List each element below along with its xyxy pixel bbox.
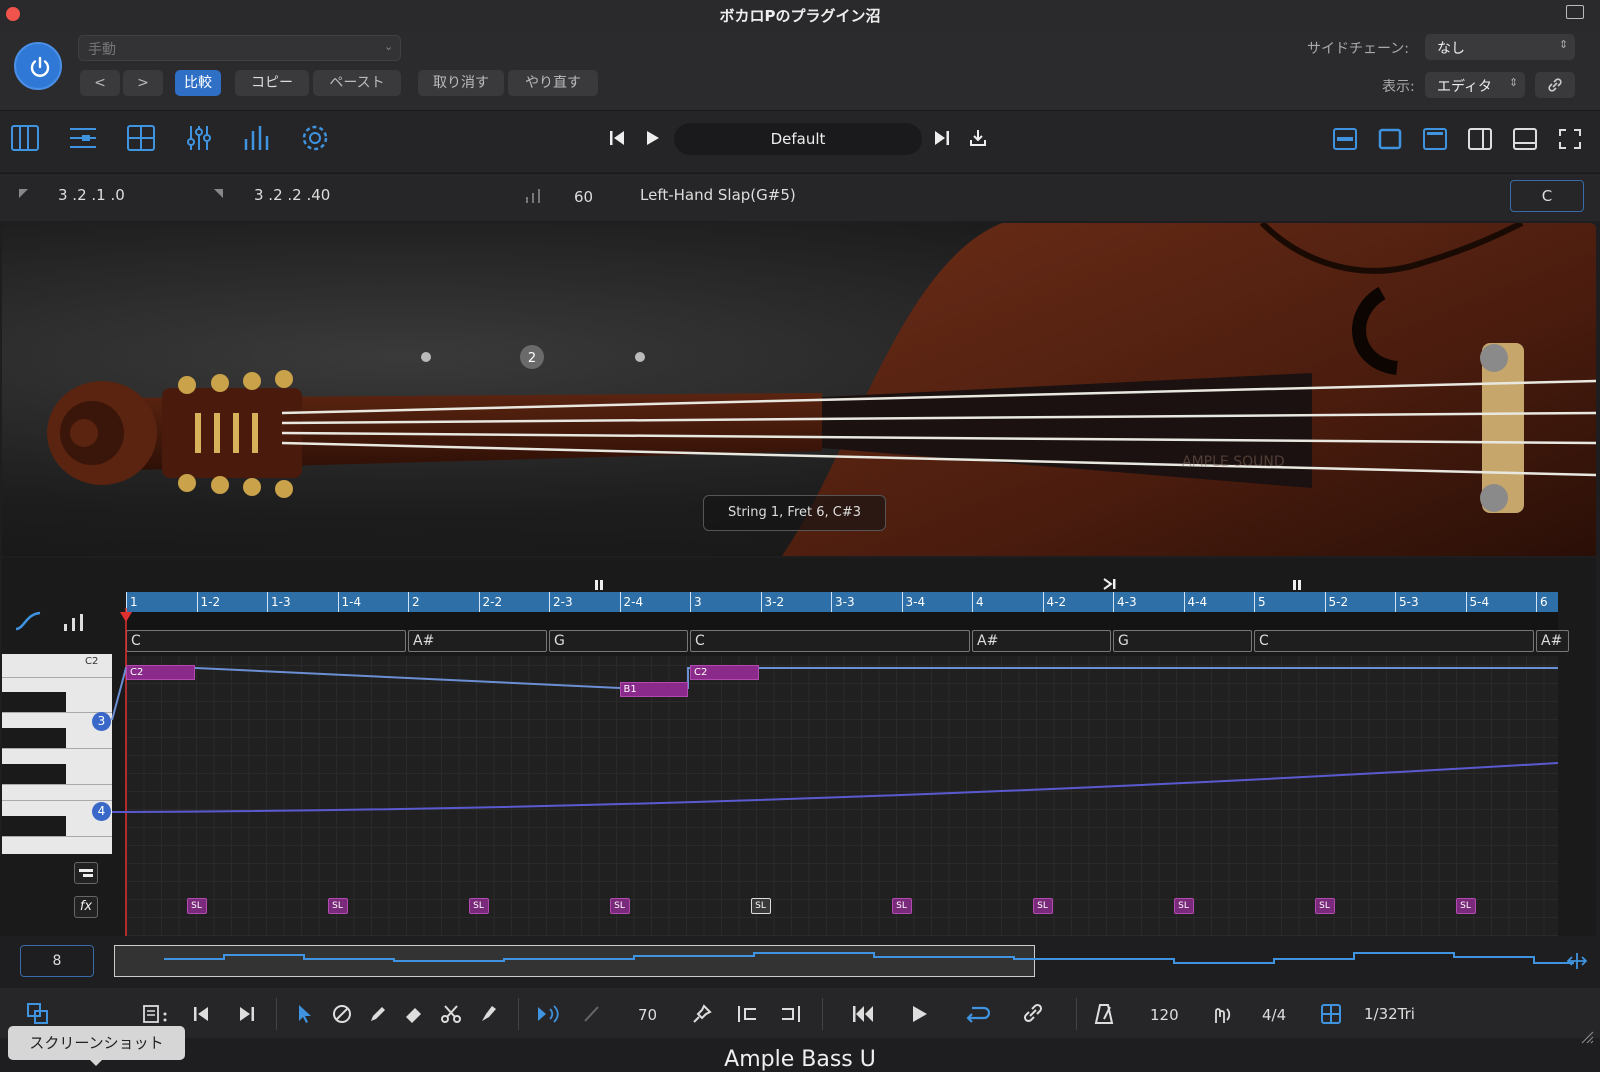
link-chain-icon[interactable] xyxy=(1022,1002,1044,1024)
pitch-curves xyxy=(111,608,1559,936)
slide-marker[interactable]: SL xyxy=(1032,898,1053,914)
loop-icon[interactable] xyxy=(964,1004,990,1024)
resize-grip-icon[interactable] xyxy=(1580,1030,1594,1044)
pencil-tool-icon[interactable] xyxy=(368,1004,388,1024)
scissors-tool-icon[interactable] xyxy=(440,1004,462,1024)
slide-marker[interactable]: SL xyxy=(1314,898,1335,914)
grid-value[interactable]: 1/32Tri xyxy=(1364,1005,1415,1023)
velocity-pencil-icon[interactable] xyxy=(582,1004,602,1024)
eraser-tool-icon[interactable] xyxy=(404,1004,424,1024)
brush-tool-icon[interactable] xyxy=(478,1004,498,1024)
overview-curve xyxy=(164,952,1574,964)
slide-marker[interactable]: SL xyxy=(1173,898,1194,914)
scroll-handle-icon[interactable] xyxy=(1566,951,1588,971)
velocity-input[interactable]: 70 xyxy=(638,1006,657,1024)
note-block[interactable]: C2 xyxy=(126,665,195,680)
document-menu-icon[interactable] xyxy=(142,1004,172,1024)
rewind-icon[interactable] xyxy=(852,1005,874,1023)
slide-marker[interactable]: SL xyxy=(891,898,912,914)
note-block[interactable]: C2 xyxy=(690,665,759,680)
pin-icon[interactable] xyxy=(692,1004,712,1024)
trim-start-icon[interactable] xyxy=(736,1004,758,1024)
time-signature[interactable]: 4/4 xyxy=(1262,1006,1286,1024)
mute-tool-icon[interactable] xyxy=(332,1004,352,1024)
plugin-name: Ample Bass U xyxy=(724,1047,876,1072)
slide-marker[interactable]: SL xyxy=(327,898,348,914)
go-to-end-icon[interactable] xyxy=(238,1006,256,1022)
pointer-tool-icon[interactable] xyxy=(296,1004,314,1024)
slide-marker[interactable]: SL xyxy=(468,898,489,914)
note-block[interactable]: B1 xyxy=(619,682,688,697)
slide-marker[interactable]: SL xyxy=(750,898,771,914)
go-to-start-icon[interactable] xyxy=(193,1006,211,1022)
slide-marker[interactable]: SL xyxy=(186,898,207,914)
tap-tempo-icon[interactable] xyxy=(1210,1003,1234,1025)
audition-icon[interactable] xyxy=(536,1004,560,1024)
slide-marker[interactable]: SL xyxy=(609,898,630,914)
copy-region-icon[interactable] xyxy=(26,1002,50,1026)
playhead-marker-icon xyxy=(120,612,132,622)
grid-snap-icon[interactable] xyxy=(1320,1004,1342,1024)
tempo-value[interactable]: 120 xyxy=(1150,1006,1179,1024)
trim-end-icon[interactable] xyxy=(780,1004,802,1024)
play-icon[interactable] xyxy=(910,1005,928,1023)
metronome-icon[interactable] xyxy=(1094,1003,1114,1025)
zoom-value[interactable]: 8 xyxy=(20,945,94,977)
slide-marker[interactable]: SL xyxy=(1455,898,1476,914)
